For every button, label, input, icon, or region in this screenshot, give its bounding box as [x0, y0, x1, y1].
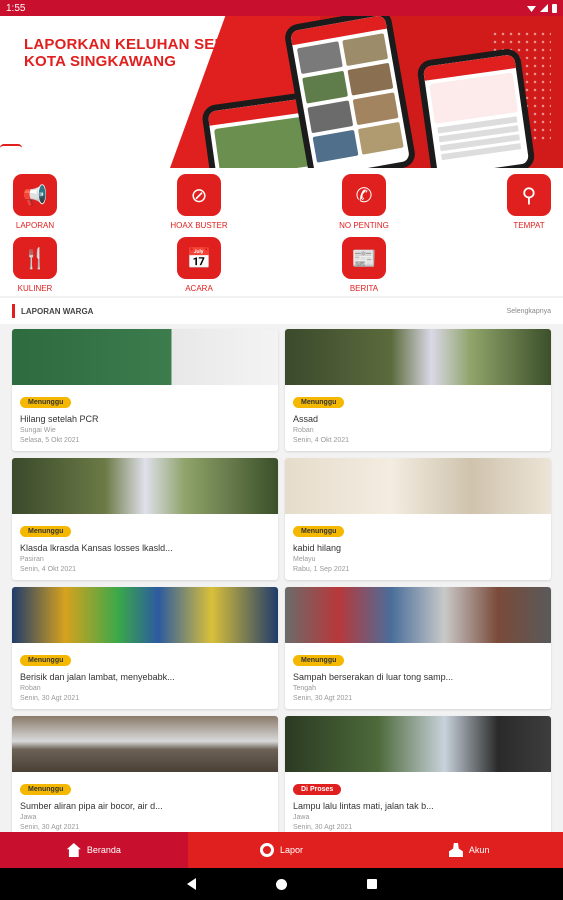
section-title: LAPORAN WARGA — [21, 306, 94, 316]
report-title: kabid hilang — [293, 543, 342, 553]
report-date: Senin, 30 Agt 2021 — [293, 695, 353, 702]
report-image — [285, 587, 551, 643]
report-image — [12, 329, 278, 385]
menu-label: LAPORAN — [15, 221, 55, 230]
status-badge: Menunggu — [20, 526, 72, 537]
status-time: 1:55 — [6, 2, 26, 14]
menu-kuliner[interactable]: 🍴 KULINER — [0, 237, 70, 293]
phone-icon: ✆ — [342, 174, 386, 216]
report-card[interactable]: Di Proses Lampu lalu lintas mati, jalan … — [285, 716, 551, 832]
battery-icon — [552, 3, 557, 13]
report-location: Tengah — [293, 685, 316, 692]
report-date: Selasa, 5 Okt 2021 — [20, 437, 80, 444]
signal-icon — [540, 4, 548, 12]
report-card[interactable]: Menunggu Klasda lkrasda Kansas losses lk… — [12, 458, 278, 580]
report-card[interactable]: Menunggu Berisik dan jalan lambat, menye… — [12, 587, 278, 709]
report-date: Rabu, 1 Sep 2021 — [293, 566, 350, 573]
feature-menu: 📢 LAPORAN ⊘ HOAX BUSTER ✆ NO PENTING ⚲ T… — [0, 168, 563, 296]
status-badge: Menunggu — [20, 655, 72, 666]
status-badge: Di Proses — [293, 784, 342, 795]
report-title: Hilang setelah PCR — [20, 414, 99, 424]
report-title: Sampah berserakan di luar tong samp... — [293, 672, 454, 682]
status-badge: Menunggu — [20, 397, 72, 408]
report-title: Berisik dan jalan lambat, menyebabk... — [20, 672, 175, 682]
status-bar: 1:55 — [0, 0, 563, 16]
nav-label: Beranda — [86, 845, 121, 855]
nav-label: Lapor — [279, 845, 304, 855]
report-image — [12, 716, 278, 772]
report-title: Klasda lkrasda Kansas losses lkasld... — [20, 543, 173, 553]
lapor-icon — [259, 843, 274, 857]
menu-acara[interactable]: 📅 ACARA — [164, 237, 234, 293]
report-date: Senin, 30 Agt 2021 — [20, 824, 80, 831]
report-card[interactable]: Menunggu Sampah berserakan di luar tong … — [285, 587, 551, 709]
home-icon — [66, 843, 81, 857]
report-location: Pasiran — [20, 556, 44, 563]
bottom-navigation: Beranda Lapor Akun — [0, 832, 563, 868]
section-header: LAPORAN WARGA Selengkapnya — [0, 298, 563, 324]
menu-tempat[interactable]: ⚲ TEMPAT — [494, 174, 563, 230]
report-date: Senin, 4 Okt 2021 — [293, 437, 350, 444]
report-location: Jawa — [20, 814, 37, 821]
megaphone-icon: 📢 — [13, 174, 57, 216]
menu-label: TEMPAT — [513, 221, 545, 230]
menu-no-penting[interactable]: ✆ NO PENTING — [329, 174, 399, 230]
banner-wave — [0, 144, 22, 152]
report-image — [285, 329, 551, 385]
report-date: Senin, 30 Agt 2021 — [20, 695, 80, 702]
report-image — [285, 716, 551, 772]
system-navigation-bar — [0, 868, 563, 900]
report-location: Sungai Wie — [20, 427, 56, 434]
report-location: Roban — [293, 427, 314, 434]
home-button-icon[interactable] — [275, 878, 287, 890]
report-grid: Menunggu Hilang setelah PCR Sungai Wie S… — [0, 324, 563, 832]
recent-apps-icon[interactable] — [366, 879, 377, 889]
report-card[interactable]: Menunggu Hilang setelah PCR Sungai Wie S… — [12, 329, 278, 451]
newspaper-icon: 📰 — [342, 237, 386, 279]
nav-beranda[interactable]: Beranda — [0, 832, 188, 868]
report-image — [285, 458, 551, 514]
menu-label: ACARA — [185, 284, 213, 293]
nav-akun[interactable]: Akun — [375, 832, 563, 868]
status-badge: Menunggu — [293, 397, 345, 408]
promo-banner[interactable]: LAPORKAN KELUHAN SEPUTAR KOTA SINGKAWANG — [0, 16, 563, 168]
calendar-icon: 📅 — [177, 237, 221, 279]
menu-hoax-buster[interactable]: ⊘ HOAX BUSTER — [164, 174, 234, 230]
wifi-icon — [527, 6, 536, 12]
user-icon — [448, 843, 463, 857]
menu-label: BERITA — [349, 284, 379, 293]
status-badge: Menunggu — [293, 526, 345, 537]
report-location: Melayu — [293, 556, 316, 563]
menu-laporan[interactable]: 📢 LAPORAN — [0, 174, 70, 230]
menu-label: HOAX BUSTER — [170, 221, 228, 230]
report-title: Lampu lalu lintas mati, jalan tak b... — [293, 801, 434, 811]
report-card[interactable]: Menunggu Assad Roban Senin, 4 Okt 2021 — [285, 329, 551, 451]
status-badge: Menunggu — [293, 655, 345, 666]
nav-label: Akun — [468, 845, 490, 855]
location-pin-icon: ⚲ — [507, 174, 551, 216]
report-date: Senin, 4 Okt 2021 — [20, 566, 77, 573]
fork-knife-icon: 🍴 — [13, 237, 57, 279]
nav-lapor[interactable]: Lapor — [188, 832, 376, 868]
see-all-link[interactable]: Selengkapnya — [507, 308, 551, 315]
report-card[interactable]: Menunggu Sumber aliran pipa air bocor, a… — [12, 716, 278, 832]
report-location: Roban — [20, 685, 41, 692]
section-accent-bar — [12, 304, 15, 318]
report-location: Jawa — [293, 814, 310, 821]
ban-icon: ⊘ — [177, 174, 221, 216]
menu-berita[interactable]: 📰 BERITA — [329, 237, 399, 293]
report-title: Sumber aliran pipa air bocor, air d... — [20, 801, 163, 811]
report-title: Assad — [293, 414, 319, 424]
menu-label: KULINER — [17, 284, 53, 293]
report-image — [12, 587, 278, 643]
report-date: Senin, 30 Agt 2021 — [293, 824, 353, 831]
menu-label: NO PENTING — [339, 221, 389, 230]
report-card[interactable]: Menunggu kabid hilang Melayu Rabu, 1 Sep… — [285, 458, 551, 580]
status-badge: Menunggu — [20, 784, 72, 795]
banner-title: LAPORKAN KELUHAN SEPUTAR KOTA SINGKAWANG — [24, 36, 267, 70]
report-image — [12, 458, 278, 514]
banner-phone-3 — [416, 47, 536, 168]
back-icon[interactable] — [186, 878, 196, 890]
